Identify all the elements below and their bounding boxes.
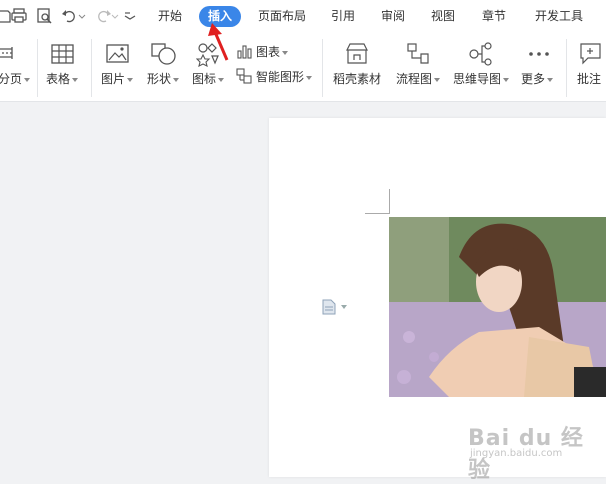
more-icon	[526, 41, 552, 67]
undo-icon[interactable]	[60, 6, 80, 26]
chart-label: 图表	[256, 45, 281, 59]
undo-dropdown-icon[interactable]	[78, 6, 86, 26]
watermark-sub: jingyan.baidu.com	[470, 448, 563, 459]
redo-icon[interactable]	[93, 6, 113, 26]
print-preview-icon[interactable]	[35, 6, 55, 26]
tab-developer-tools[interactable]: 开发工具	[528, 6, 590, 27]
annotation-arrow	[203, 22, 233, 64]
ribbon-separator	[322, 39, 323, 97]
customize-quick-access-icon[interactable]	[120, 6, 140, 26]
icon-button[interactable]: 图标	[192, 70, 225, 87]
comment-button[interactable]: 批注	[577, 70, 601, 87]
tab-references[interactable]: 引用	[323, 6, 363, 27]
mindmap-icon	[468, 41, 494, 67]
page-break-icon	[0, 41, 18, 67]
tab-page-layout[interactable]: 页面布局	[252, 6, 312, 27]
shape-button[interactable]: 形状	[147, 70, 180, 87]
chart-icon	[236, 43, 252, 59]
ribbon-separator	[37, 39, 38, 97]
tab-start[interactable]: 开始	[150, 6, 190, 27]
docer-assets-icon	[344, 41, 370, 67]
smart-art-label: 智能图形	[256, 70, 305, 84]
ribbon-separator	[91, 39, 92, 97]
table-icon	[50, 41, 76, 67]
tab-chapter[interactable]: 章节	[474, 6, 514, 27]
page-break-button[interactable]: 分页	[0, 70, 31, 87]
flowchart-button[interactable]: 流程图	[396, 70, 441, 87]
watermark: Bai du 经验 jingyan.baidu.com	[468, 420, 603, 483]
redo-dropdown-icon[interactable]	[111, 6, 119, 26]
shape-icon	[151, 41, 177, 67]
tab-view[interactable]: 视图	[423, 6, 463, 27]
margin-marker	[389, 189, 390, 214]
mindmap-button[interactable]: 思维导图	[453, 70, 510, 87]
margin-marker	[365, 213, 389, 214]
table-button[interactable]: 表格	[46, 70, 79, 87]
picture-icon	[105, 41, 131, 67]
paragraph-layout-dropdown-icon[interactable]	[341, 305, 347, 309]
picture-button[interactable]: 图片	[101, 70, 134, 87]
docer-assets-button[interactable]: 稻壳素材	[333, 70, 381, 87]
inserted-photo[interactable]	[389, 217, 606, 397]
tab-review[interactable]: 审阅	[373, 6, 413, 27]
insert-ribbon: 分页 表格 图片 形状 图标 图表 智能图形 稻壳素材 流程图 思维导图 更多 …	[0, 33, 606, 102]
menu-bar: 开始 插入 页面布局 引用 审阅 视图 章节 开发工具	[0, 0, 606, 33]
paragraph-layout-icon[interactable]	[322, 299, 336, 315]
print-icon[interactable]	[10, 6, 30, 26]
flowchart-icon	[406, 41, 432, 67]
ribbon-separator	[566, 39, 567, 97]
more-button[interactable]: 更多	[521, 70, 554, 87]
comment-icon	[578, 41, 604, 67]
smart-art-icon	[236, 68, 252, 84]
